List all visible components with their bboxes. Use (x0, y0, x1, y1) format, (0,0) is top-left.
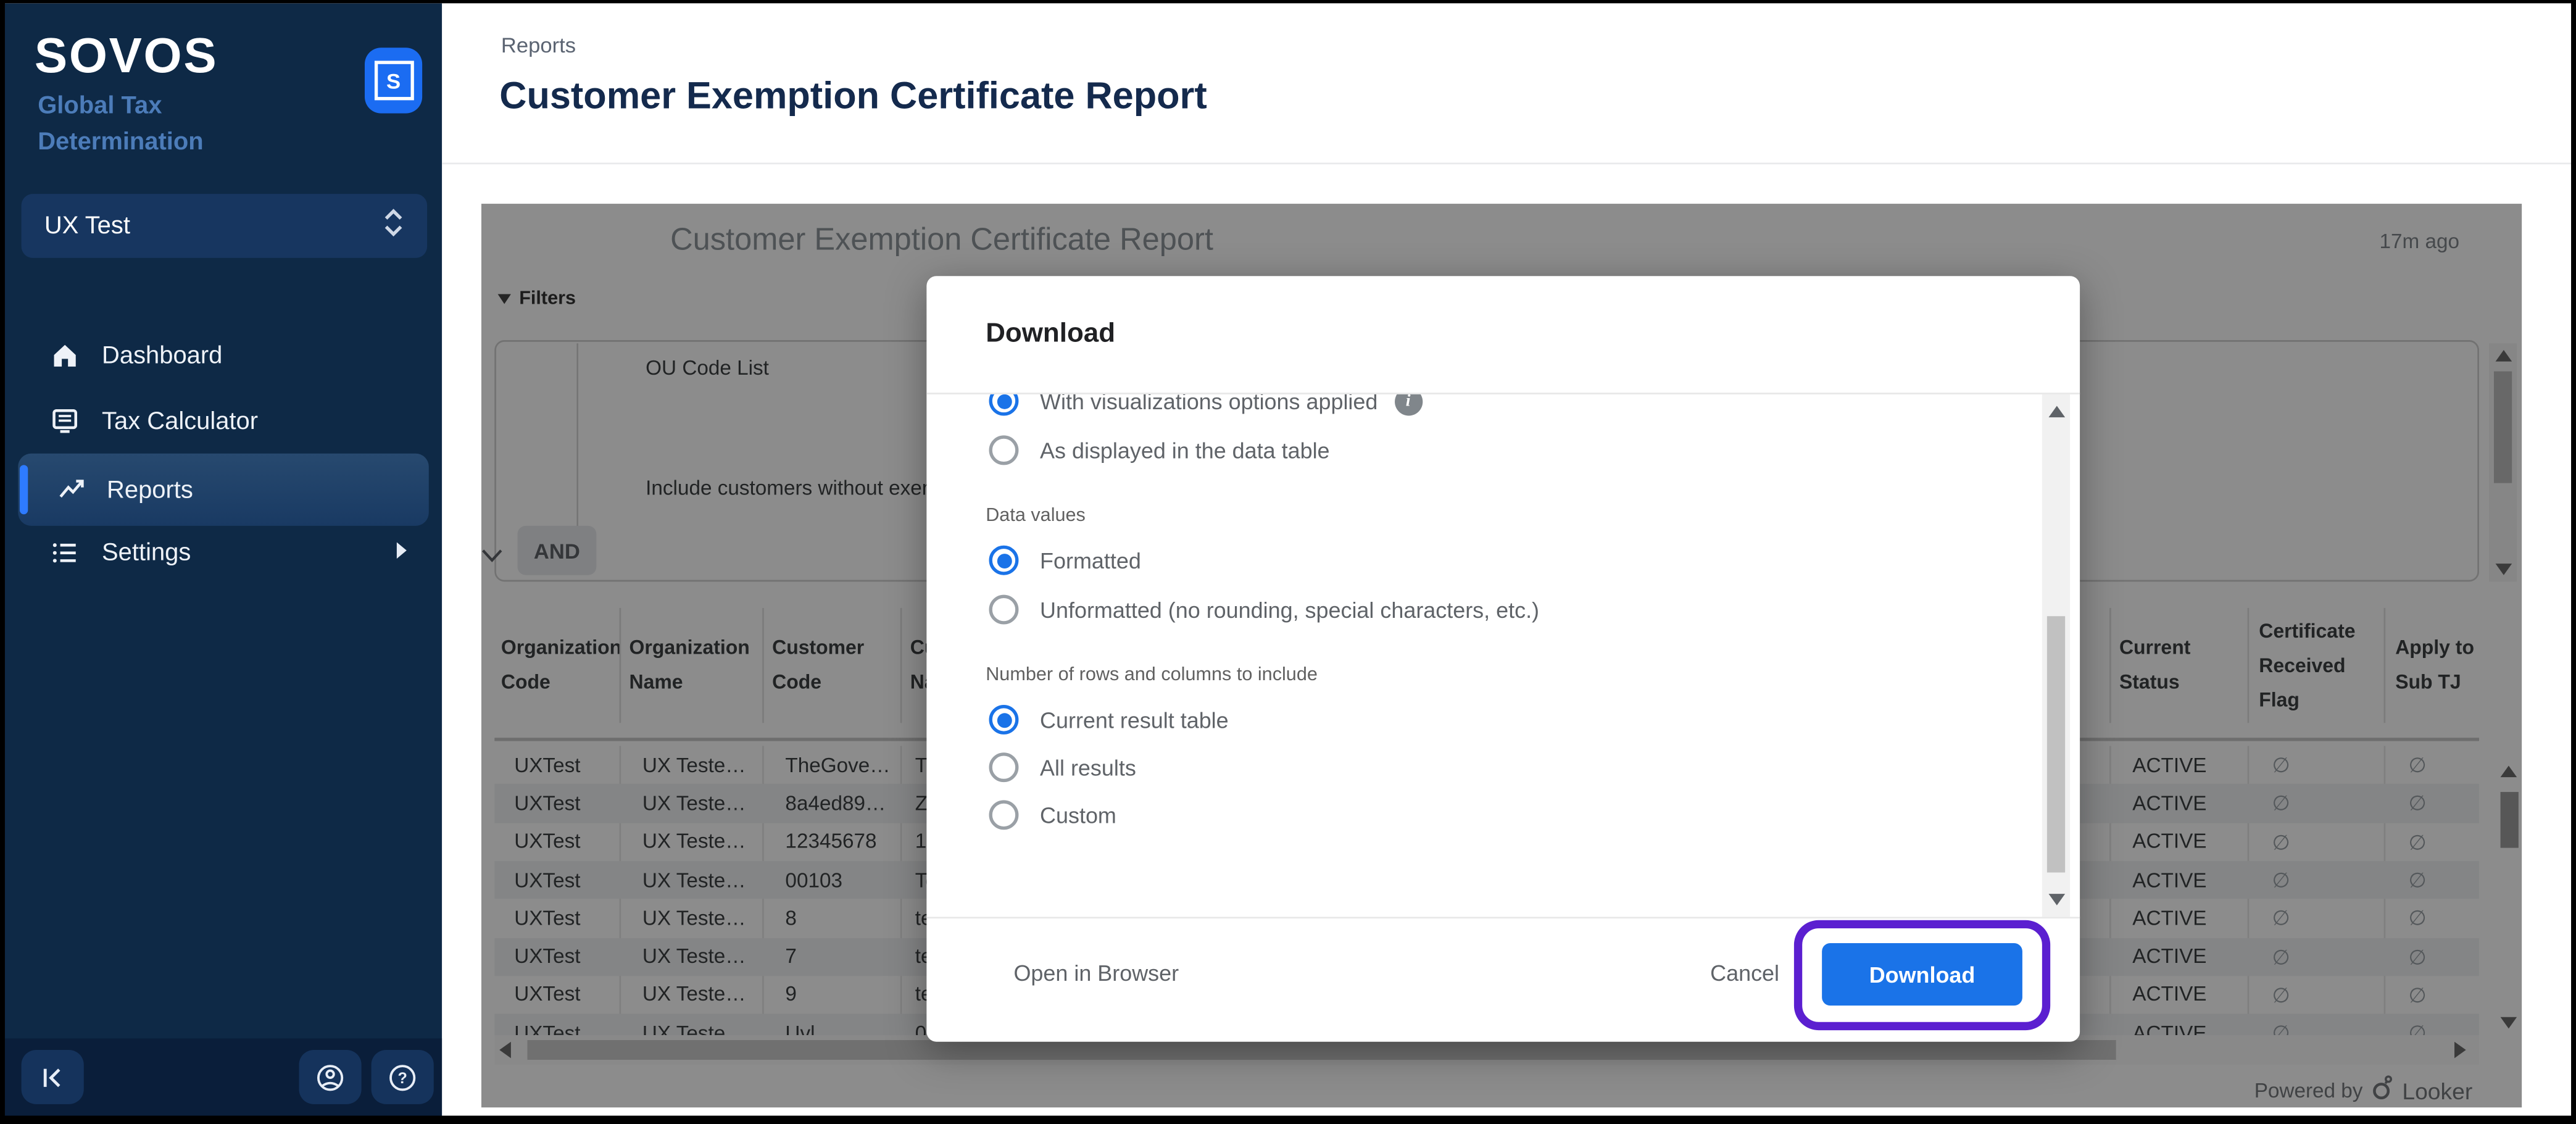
active-indicator (19, 465, 28, 515)
app-logo-subtitle-1: Global Tax (38, 92, 162, 120)
unfold-icon (383, 207, 404, 244)
radio-with-visualization-options[interactable]: With visualizations options applied i (989, 394, 1423, 416)
section-label-rows-columns: Number of rows and columns to include (986, 665, 1318, 686)
screen: SOVOS Global Tax Determination S UX Test… (0, 0, 2576, 1124)
download-dialog: Download With visualizations options app… (926, 276, 2080, 1042)
sidebar-item-tax-calculator[interactable]: Tax Calculator (18, 394, 429, 447)
help-button[interactable]: ? (371, 1050, 434, 1104)
dialog-scroll-area[interactable]: With visualizations options applied i As… (926, 393, 2080, 919)
radio-icon (989, 800, 1019, 830)
radio-formatted[interactable]: Formatted (989, 545, 1141, 575)
sidebar-item-label: Reports (107, 475, 193, 504)
download-button[interactable]: Download (1822, 943, 2022, 1006)
page-title: Customer Exemption Certificate Report (499, 73, 1207, 117)
collapse-sidebar-button[interactable] (21, 1050, 84, 1104)
radio-current-result-table[interactable]: Current result table (989, 704, 1229, 735)
chevron-right-icon (394, 538, 409, 566)
sidebar-item-dashboard[interactable]: Dashboard (18, 328, 429, 381)
line-chart-icon (57, 476, 85, 504)
dialog-scrollbar[interactable] (2042, 394, 2071, 917)
sidebar-item-label: Tax Calculator (102, 406, 259, 435)
radio-icon (989, 545, 1019, 575)
dialog-title: Download (986, 318, 1116, 349)
breadcrumb[interactable]: Reports (501, 33, 576, 57)
org-selector[interactable]: UX Test (21, 194, 428, 258)
header-divider (442, 162, 2572, 165)
sidebar-item-settings[interactable]: Settings (18, 526, 429, 578)
open-in-browser-button[interactable]: Open in Browser (1013, 961, 1179, 986)
scrollbar-thumb[interactable] (2046, 616, 2066, 873)
list-icon (51, 538, 79, 566)
app-window: SOVOS Global Tax Determination S UX Test… (4, 3, 2572, 1116)
radio-as-displayed[interactable]: As displayed in the data table (989, 435, 1330, 465)
radio-icon (989, 435, 1019, 465)
svg-text:?: ? (398, 1069, 407, 1086)
radio-icon (989, 704, 1019, 735)
radio-custom[interactable]: Custom (989, 800, 1116, 830)
dialog-footer: Open in Browser Cancel Download (926, 915, 2080, 1042)
sidebar-footer: ? (4, 1038, 442, 1116)
calculator-icon (51, 407, 79, 435)
info-icon[interactable]: i (1394, 394, 1423, 415)
radio-icon (989, 594, 1019, 625)
sidebar-item-label: Settings (102, 538, 191, 567)
section-label-data-values: Data values (986, 506, 1086, 526)
sovos-badge-icon: S (364, 48, 423, 114)
cancel-button[interactable]: Cancel (1710, 961, 1779, 986)
org-selector-value: UX Test (44, 212, 130, 240)
radio-all-results[interactable]: All results (989, 752, 1136, 783)
radio-icon (989, 752, 1019, 783)
radio-icon (989, 394, 1019, 416)
sidebar-item-label: Dashboard (102, 341, 223, 369)
radio-unformatted[interactable]: Unformatted (no rounding, special charac… (989, 594, 1539, 625)
account-button[interactable] (299, 1050, 362, 1104)
app-logo-subtitle-2: Determination (38, 128, 204, 156)
home-icon (51, 341, 79, 368)
app-logo: SOVOS (34, 29, 218, 84)
sidebar-item-reports[interactable]: Reports (18, 453, 429, 526)
sidebar: SOVOS Global Tax Determination S UX Test… (4, 3, 442, 1116)
